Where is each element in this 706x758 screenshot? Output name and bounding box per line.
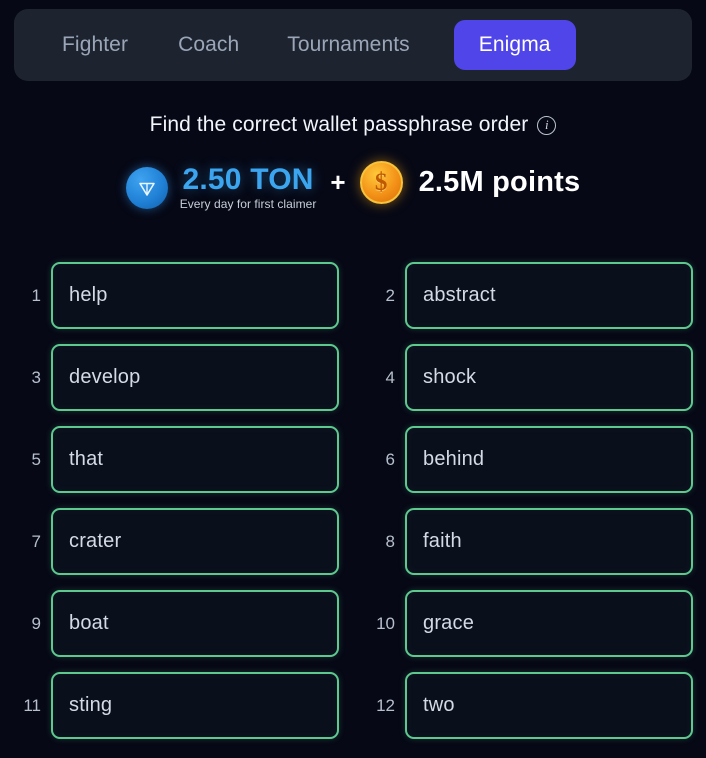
word-card-4[interactable]: shock	[405, 344, 693, 411]
word-card-7[interactable]: crater	[51, 508, 339, 575]
word-card-8[interactable]: faith	[405, 508, 693, 575]
word-index: 9	[31, 613, 41, 633]
word-index: 3	[31, 367, 41, 387]
word-cell: 9 boat	[13, 590, 339, 657]
word-cell: 1 help	[13, 262, 339, 329]
dollar-glyph: $	[374, 168, 388, 196]
word-index: 7	[31, 531, 41, 551]
points-amount-label: 2.5M points	[418, 165, 581, 198]
word-cell: 3 develop	[13, 344, 339, 411]
word-cell: 2 abstract	[367, 262, 693, 329]
ton-reward-block: 2.50 TON Every day for first claimer	[179, 162, 317, 212]
word-card-12[interactable]: two	[405, 672, 693, 739]
word-card-11[interactable]: sting	[51, 672, 339, 739]
word-index: 5	[31, 449, 41, 469]
page-title: Find the correct wallet passphrase order	[149, 113, 529, 136]
word-card-10[interactable]: grace	[405, 590, 693, 657]
reward-row: 2.50 TON Every day for first claimer + $…	[0, 155, 706, 221]
ton-coin-icon	[125, 167, 168, 209]
word-index: 4	[385, 367, 395, 387]
word-index: 1	[31, 285, 41, 305]
word-index: 11	[23, 695, 41, 715]
word-cell: 7 crater	[13, 508, 339, 575]
nav-tab-enigma[interactable]: Enigma	[453, 20, 576, 70]
ton-amount-label: 2.50 TON	[182, 162, 314, 196]
word-cell: 11 sting	[13, 672, 339, 739]
plus-separator: +	[330, 166, 346, 197]
word-index: 2	[385, 285, 395, 305]
word-cell: 4 shock	[367, 344, 693, 411]
word-index: 12	[376, 695, 395, 715]
word-cell: 6 behind	[367, 426, 693, 493]
word-cell: 12 two	[367, 672, 693, 739]
enigma-screen: Fighter Coach Tournaments Enigma Find th…	[0, 0, 706, 758]
word-card-5[interactable]: that	[51, 426, 339, 493]
nav-tab-coach[interactable]: Coach	[164, 33, 253, 57]
gold-coin-icon: $	[359, 160, 403, 204]
passphrase-word-grid: 1 help 2 abstract 3 develop 4 shock 5 th…	[0, 262, 706, 739]
word-cell: 8 faith	[367, 508, 693, 575]
word-index: 6	[385, 449, 395, 469]
nav-tab-fighter[interactable]: Fighter	[48, 33, 142, 57]
top-navigation-bar: Fighter Coach Tournaments Enigma	[14, 9, 692, 81]
word-index: 8	[385, 531, 395, 551]
word-card-2[interactable]: abstract	[405, 262, 693, 329]
ton-subtitle-label: Every day for first claimer	[179, 197, 317, 212]
word-index: 10	[376, 613, 395, 633]
word-card-9[interactable]: boat	[51, 590, 339, 657]
nav-tab-tournaments[interactable]: Tournaments	[273, 33, 424, 57]
word-cell: 10 grace	[367, 590, 693, 657]
word-cell: 5 that	[13, 426, 339, 493]
word-card-6[interactable]: behind	[405, 426, 693, 493]
info-circle-icon[interactable]: i	[537, 115, 557, 135]
word-card-1[interactable]: help	[51, 262, 339, 329]
page-title-row: Find the correct wallet passphrase order…	[0, 113, 706, 137]
word-card-3[interactable]: develop	[51, 344, 339, 411]
